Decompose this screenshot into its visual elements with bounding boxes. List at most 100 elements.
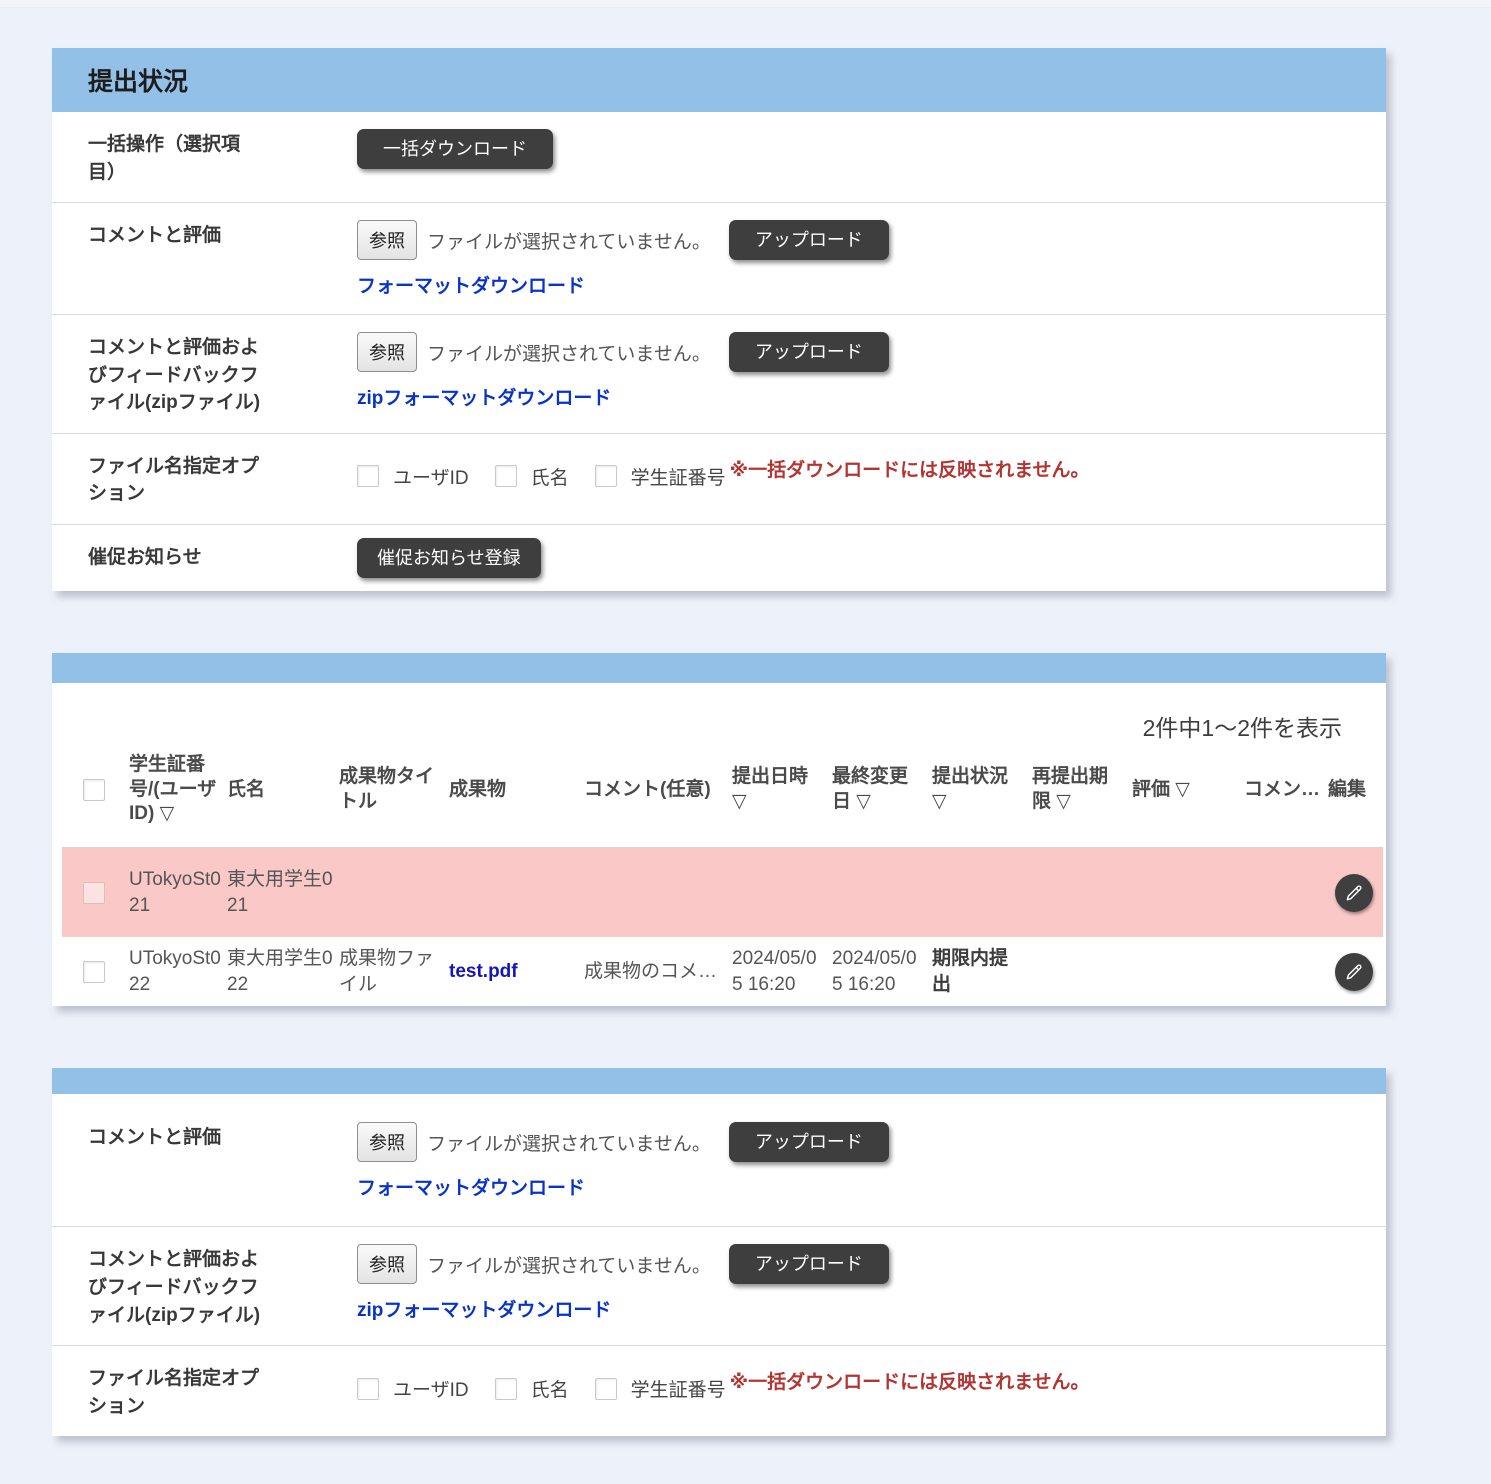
cell-artifact [446,847,581,937]
zip-file-status-text: ファイルが選択されていません。 [427,339,711,366]
edit-pencil-icon [1344,883,1364,903]
cell-student-id: UTokyoSt022 [126,937,224,1006]
cell-eval [1129,847,1241,937]
browse-button[interactable]: 参照 [357,220,417,260]
cell-modified: 2024/05/05 16:20 [829,937,929,1006]
column-header-title: 成果物タイトル [336,747,446,848]
column-header-status[interactable]: 提出状況 ▽ [929,747,1029,848]
column-header-comment: コメント(任意) [581,747,729,848]
bulk-download-note: ※一括ダウンロードには反映されません。 [730,1367,1090,1394]
zip-file-status-text: ファイルが選択されていません。 [427,1251,711,1278]
submissions-panel: 2件中1～2件を表示 学生証番号/(ユーザID) ▽ 氏名 成果物タイトル 成果… [52,653,1386,1007]
bulk-download-note: ※一括ダウンロードには反映されません。 [730,455,1090,482]
cell-submitted: 2024/05/05 16:20 [729,937,829,1006]
edit-button[interactable] [1335,953,1373,991]
result-count: 2件中1～2件を表示 [52,683,1386,747]
comment-eval-label: コメントと評価 [88,1124,264,1152]
file-status-text: ファイルが選択されていません。 [427,1129,711,1156]
column-header-submitted[interactable]: 提出日時 ▽ [729,747,829,848]
zip-feedback-row-bottom: コメントと評価およびフィードバックファイル(zipファイル) 参照 ファイルが選… [52,1226,1386,1345]
panel-accent-bar [52,1068,1386,1094]
comment-eval-row-bottom: コメントと評価 参照 ファイルが選択されていません。 アップロード フォーマット… [52,1094,1386,1226]
user-id-checkbox-label[interactable]: ユーザID [393,463,469,490]
user-id-checkbox[interactable] [357,1378,379,1400]
row-select-checkbox[interactable] [83,961,105,983]
cell-redeadline [1029,847,1129,937]
cell-comment: 成果物のコメ… [581,937,729,1006]
column-header-comment2: コメン… [1241,747,1325,848]
cell-artifact: test.pdf [446,937,581,1006]
student-no-checkbox-label[interactable]: 学生証番号 [631,1375,726,1402]
upload-button[interactable]: アップロード [729,220,889,260]
zip-feedback-label: コメントと評価およびフィードバックファイル(zipファイル) [88,1246,264,1329]
cell-comment [581,847,729,937]
browse-button[interactable]: 参照 [357,1122,417,1162]
edit-pencil-icon [1344,962,1364,982]
cell-status [929,847,1029,937]
format-download-link[interactable]: フォーマットダウンロード [357,1173,585,1200]
cell-eval [1129,937,1241,1006]
column-header-redeadline[interactable]: 再提出期限 ▽ [1029,747,1129,848]
student-no-checkbox[interactable] [595,465,617,487]
student-no-checkbox[interactable] [595,1378,617,1400]
cell-redeadline [1029,937,1129,1006]
cell-comment2 [1241,847,1325,937]
user-id-checkbox[interactable] [357,465,379,487]
name-checkbox-label[interactable]: 氏名 [531,1375,569,1402]
artifact-file-link[interactable]: test.pdf [449,961,518,982]
reminder-row: 催促お知らせ 催促お知らせ登録 [52,524,1386,591]
reminder-label: 催促お知らせ [88,544,264,572]
filename-option-row-bottom: ファイル名指定オプション ユーザID 氏名 学生証番号 [52,1345,1386,1436]
table-row-unsubmitted: UTokyoSt021 東大用学生021 [62,847,1383,937]
reminder-register-button[interactable]: 催促お知らせ登録 [357,538,541,578]
filename-option-label: ファイル名指定オプション [88,1365,264,1420]
user-id-checkbox-label[interactable]: ユーザID [393,1375,469,1402]
bulk-operation-row: 一括操作（選択項目） 一括ダウンロード [52,112,1386,202]
bulk-operation-label: 一括操作（選択項目） [88,131,264,186]
zip-upload-button[interactable]: アップロード [729,1244,889,1284]
cell-comment2 [1241,937,1325,1006]
column-header-modified[interactable]: 最終変更日 ▽ [829,747,929,848]
cell-name: 東大用学生022 [224,937,336,1006]
format-download-link[interactable]: フォーマットダウンロード [357,271,585,298]
cell-status: 期限内提出 [929,937,1029,1006]
cell-title: 成果物ファイル [336,937,446,1006]
bulk-download-button[interactable]: 一括ダウンロード [357,129,553,169]
comment-eval-row: コメントと評価 参照 ファイルが選択されていません。 アップロード フォーマット… [52,202,1386,314]
table-row-submitted: UTokyoSt022 東大用学生022 成果物ファイル test.pdf 成果… [62,937,1383,1006]
zip-browse-button[interactable]: 参照 [357,1244,417,1284]
submissions-table: 学生証番号/(ユーザID) ▽ 氏名 成果物タイトル 成果物 コメント(任意) … [62,747,1383,1007]
name-checkbox[interactable] [495,465,517,487]
zip-format-download-link[interactable]: zipフォーマットダウンロード [357,383,611,410]
cell-name: 東大用学生021 [224,847,336,937]
comment-eval-label: コメントと評価 [88,222,264,250]
table-header-row: 学生証番号/(ユーザID) ▽ 氏名 成果物タイトル 成果物 コメント(任意) … [62,747,1383,848]
zip-format-download-link[interactable]: zipフォーマットダウンロード [357,1295,611,1322]
name-checkbox[interactable] [495,1378,517,1400]
row-select-checkbox[interactable] [83,882,105,904]
submission-status-panel: 提出状況 一括操作（選択項目） 一括ダウンロード コメントと評価 参照 ファイル… [52,48,1386,591]
zip-feedback-row: コメントと評価およびフィードバックファイル(zipファイル) 参照 ファイルが選… [52,314,1386,433]
top-strip [0,0,1491,8]
panel-title: 提出状況 [52,48,1386,112]
file-status-text: ファイルが選択されていません。 [427,227,711,254]
edit-button[interactable] [1335,874,1373,912]
column-header-name: 氏名 [224,747,336,848]
upload-button[interactable]: アップロード [729,1122,889,1162]
student-no-checkbox-label[interactable]: 学生証番号 [631,463,726,490]
zip-browse-button[interactable]: 参照 [357,332,417,372]
name-checkbox-label[interactable]: 氏名 [531,463,569,490]
cell-title [336,847,446,937]
zip-upload-button[interactable]: アップロード [729,332,889,372]
select-all-checkbox[interactable] [83,779,105,801]
column-header-eval[interactable]: 評価 ▽ [1129,747,1241,848]
cell-submitted [729,847,829,937]
column-header-student-id[interactable]: 学生証番号/(ユーザID) ▽ [126,747,224,848]
comments-panel: コメントと評価 参照 ファイルが選択されていません。 アップロード フォーマット… [52,1068,1386,1436]
page: 提出状況 一括操作（選択項目） 一括ダウンロード コメントと評価 参照 ファイル… [0,8,1491,1484]
cell-student-id: UTokyoSt021 [126,847,224,937]
column-header-edit: 編集 [1325,747,1383,848]
cell-modified [829,847,929,937]
zip-feedback-label: コメントと評価およびフィードバックファイル(zipファイル) [88,334,264,417]
column-header-artifact: 成果物 [446,747,581,848]
